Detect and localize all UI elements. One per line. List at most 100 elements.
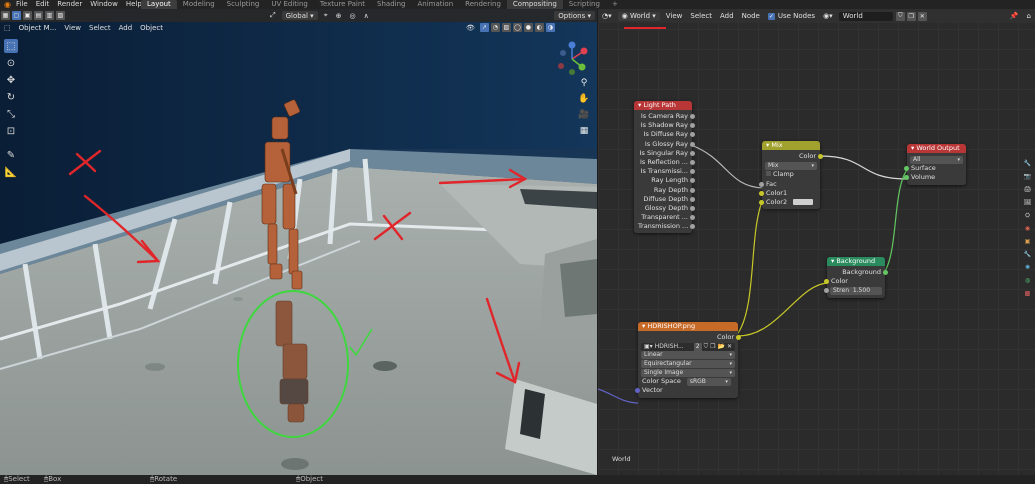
tab-layout[interactable]: Layout	[141, 0, 177, 9]
shading-wire-icon[interactable]: ◯	[512, 23, 522, 32]
interpolation-dropdown[interactable]: Linear ▾	[641, 351, 735, 360]
options-dropdown[interactable]: Options ▾	[554, 11, 595, 20]
output-socket[interactable]	[690, 150, 695, 156]
select-extend-icon[interactable]: ▣	[23, 11, 32, 20]
node-title[interactable]: ▾ Background	[827, 257, 885, 266]
gizmo-toggle-icon[interactable]: ↗	[479, 23, 489, 32]
blender-logo-icon[interactable]: ◉	[3, 0, 12, 9]
fake-user-icon[interactable]: ⛉	[895, 11, 905, 21]
mix-node[interactable]: ▾ Mix Color Mix ▾ Clamp Fac Color1 Color2	[759, 141, 823, 210]
tab-compositing[interactable]: Compositing	[506, 0, 563, 9]
input-socket[interactable]	[759, 190, 764, 196]
menu-render[interactable]: Render	[53, 0, 86, 9]
output-socket[interactable]	[690, 178, 695, 184]
proportional-icon[interactable]: ◎	[346, 11, 360, 21]
select-intersect-icon[interactable]: ▧	[56, 11, 65, 20]
input-socket[interactable]	[759, 181, 764, 187]
render-tab-icon[interactable]: 📷	[1023, 172, 1032, 181]
tab-modeling[interactable]: Modeling	[177, 0, 221, 9]
target-dropdown[interactable]: All ▾	[910, 155, 963, 164]
image-browse-icon[interactable]: ▣▾	[644, 343, 653, 351]
clamp-checkbox[interactable]: Clamp	[762, 170, 820, 179]
menu-object[interactable]: Object	[136, 23, 167, 33]
shading-solid-icon[interactable]: ●	[523, 23, 533, 32]
node-title[interactable]: ▾ World Output	[907, 144, 966, 153]
snap-icon[interactable]: ⊕	[332, 11, 346, 21]
xray-icon[interactable]: ▨	[501, 23, 511, 32]
shader-node-editor[interactable]: ◔▾ ◉ World ▾ View Select Add Node ✓ Use N…	[598, 9, 1035, 475]
menu-add[interactable]: Add	[716, 11, 738, 21]
tab-texture-paint[interactable]: Texture Paint	[314, 0, 371, 9]
shading-material-icon[interactable]: ◐	[534, 23, 544, 32]
use-nodes-checkbox[interactable]: ✓ Use Nodes	[764, 11, 819, 21]
output-socket[interactable]	[690, 141, 695, 147]
menu-select[interactable]: Select	[686, 11, 716, 21]
zoom-icon[interactable]: ⚲	[578, 77, 590, 89]
node-title[interactable]: ▾ Light Path	[634, 101, 692, 110]
parent-node-tree-icon[interactable]: ⌂	[1023, 11, 1035, 21]
tab-shading[interactable]: Shading	[371, 0, 411, 9]
blend-type-dropdown[interactable]: Mix ▾	[765, 161, 817, 170]
duplicate-icon[interactable]: ❐	[906, 11, 916, 21]
tab-scripting[interactable]: Scripting	[563, 0, 606, 9]
users-count[interactable]: 2	[693, 342, 702, 351]
shader-type-dropdown[interactable]: ◉ World ▾	[617, 11, 660, 21]
tab-rendering[interactable]: Rendering	[459, 0, 507, 9]
source-dropdown[interactable]: Single Image ▾	[641, 368, 735, 377]
open-folder-icon[interactable]: 📂	[717, 343, 724, 351]
fake-user-icon[interactable]: ⛉	[704, 343, 709, 351]
pin-icon[interactable]: 📌	[1006, 11, 1023, 21]
world-tab-icon[interactable]: ◉	[1023, 224, 1032, 233]
editor-type-icon[interactable]: ▦	[1, 11, 10, 20]
pan-hand-icon[interactable]: ✋	[578, 93, 590, 105]
output-socket[interactable]	[690, 114, 695, 119]
menu-view[interactable]: View	[662, 11, 687, 21]
mode-dropdown[interactable]: Object M...	[15, 23, 61, 33]
select-invert-icon[interactable]: ▥	[45, 11, 54, 20]
particles-tab-icon[interactable]: ✺	[1023, 263, 1032, 272]
world-name-field[interactable]: World	[838, 11, 893, 21]
measure-tool-icon[interactable]: 📐	[4, 165, 18, 179]
image-texture-node[interactable]: ▾ HDRISHOP.png Color ▣▾ HDRISH... 2 ⛉ ❐ …	[635, 322, 741, 398]
pivot-icon[interactable]: ⌖	[320, 11, 332, 21]
select-mode-icon[interactable]: ▢	[12, 11, 21, 20]
object-mode-icon[interactable]: ⬚	[0, 23, 15, 33]
projection-dropdown[interactable]: Equirectangular ▾	[641, 359, 735, 368]
view-layer-tab-icon[interactable]: 🖼	[1023, 198, 1032, 207]
menu-add[interactable]: Add	[115, 23, 137, 33]
modifier-tab-icon[interactable]: 🔧	[1023, 250, 1032, 259]
color2-swatch[interactable]	[793, 198, 814, 205]
shading-rendered-icon[interactable]: ◑	[545, 23, 555, 32]
tab-uv-editing[interactable]: UV Editing	[265, 0, 314, 9]
output-socket[interactable]	[736, 335, 741, 340]
output-socket[interactable]	[690, 215, 695, 221]
3d-viewport[interactable]: ▦ ▢ ▣ ▤ ▥ ▧ ⤢ Global ▾ ⌖ ⊕ ◎ ∧ Options ▾…	[0, 9, 597, 475]
visibility-icon[interactable]: 👁	[462, 23, 479, 33]
unlink-icon[interactable]: ✕	[917, 11, 927, 21]
select-box-tool-icon[interactable]: ⬚	[4, 39, 18, 53]
world-output-node[interactable]: ▾ World Output All ▾ Surface Volume	[904, 144, 966, 185]
input-socket[interactable]	[904, 175, 909, 181]
tab-animation[interactable]: Animation	[411, 0, 459, 9]
output-socket[interactable]	[690, 205, 695, 211]
color-space-dropdown[interactable]: sRGB ▾	[686, 378, 731, 387]
input-socket[interactable]	[824, 279, 829, 285]
annotate-tool-icon[interactable]: ✎	[4, 148, 18, 162]
output-socket[interactable]	[690, 196, 695, 202]
tool-tab-icon[interactable]: 🔧	[1023, 159, 1032, 168]
output-socket[interactable]	[818, 154, 823, 159]
orientation-dropdown[interactable]: Global ▾	[281, 11, 318, 20]
scale-tool-icon[interactable]: ⤡	[4, 107, 18, 121]
output-tab-icon[interactable]: 🖨	[1023, 185, 1032, 194]
background-node[interactable]: ▾ Background Background Color Stren 1.50…	[824, 257, 888, 298]
node-editor-type-icon[interactable]: ◔▾	[598, 11, 616, 21]
perspective-grid-icon[interactable]: ▦	[578, 125, 590, 137]
overlay-toggle-icon[interactable]: ◔	[490, 23, 500, 32]
object-tab-icon[interactable]: ▣	[1023, 237, 1032, 246]
node-title[interactable]: ▾ HDRISHOP.png	[638, 322, 738, 331]
output-socket[interactable]	[883, 270, 888, 275]
menu-view[interactable]: View	[60, 23, 85, 33]
duplicate-icon[interactable]: ❐	[710, 343, 715, 351]
output-socket[interactable]	[690, 169, 695, 175]
output-socket[interactable]	[690, 132, 695, 138]
